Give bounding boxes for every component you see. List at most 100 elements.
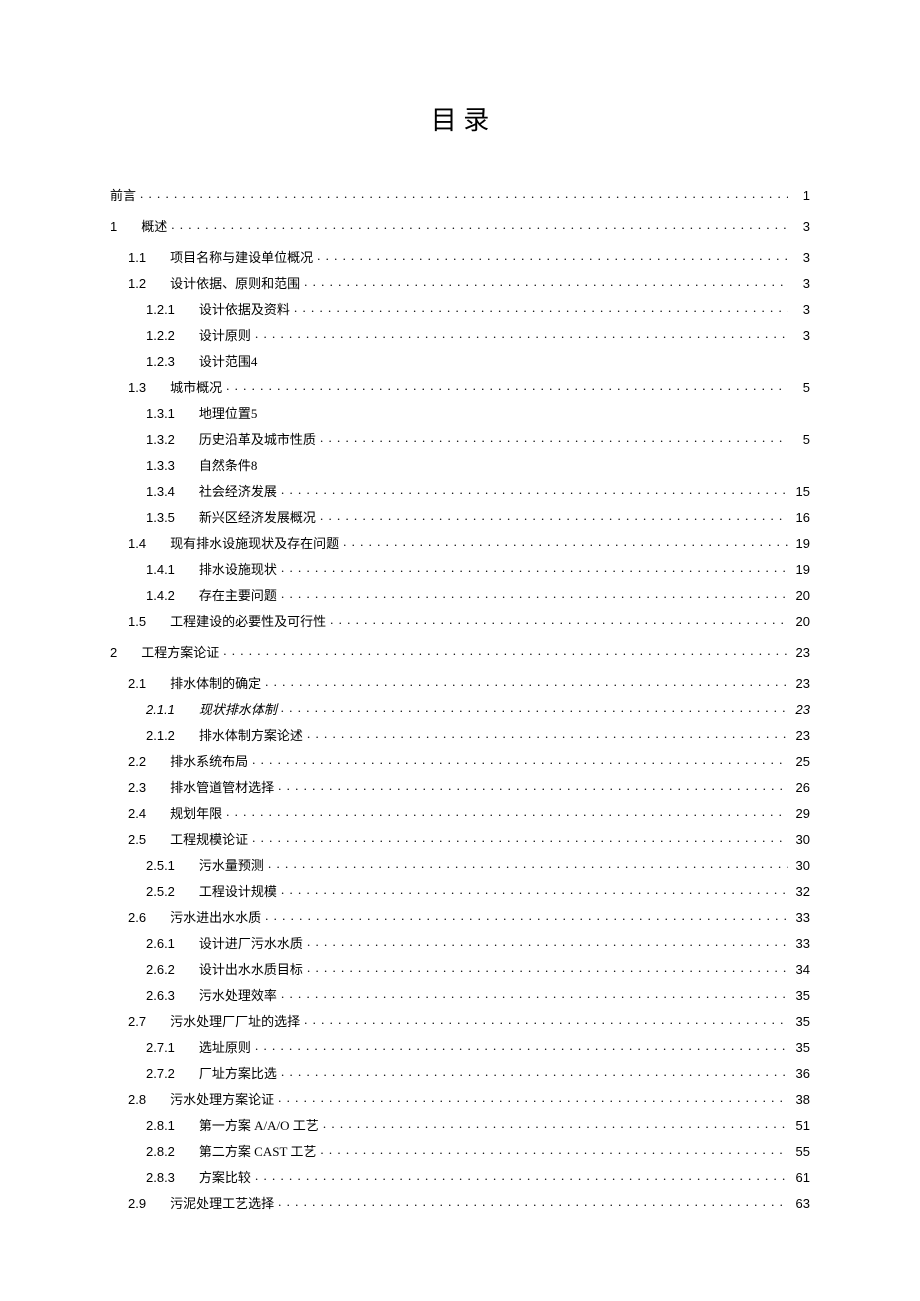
toc-entry-text: 选址原则 <box>175 1041 251 1054</box>
toc-leader-dots <box>320 1143 788 1156</box>
document-page: 目 录 前言11概述31.1项目名称与建设单位概况31.2设计依据、原则和范围3… <box>0 0 920 1281</box>
toc-entry: 2.8.1第一方案 A/A/O 工艺51 <box>146 1117 810 1132</box>
toc-entry-number: 1.4.1 <box>146 563 175 576</box>
toc-entry-text: 设计依据及资料 <box>175 303 290 316</box>
toc-entry: 2.6.3污水处理效率 35 <box>146 987 810 1002</box>
toc-entry: 1.5工程建设的必要性及可行性20 <box>128 613 810 628</box>
toc-entry: 2.8.2第二方案 CAST 工艺55 <box>146 1143 810 1158</box>
toc-leader-dots <box>281 883 788 896</box>
toc-entry-text: 概述 <box>117 220 167 233</box>
toc-leader-dots <box>281 987 788 1000</box>
toc-entry: 2.1.1现状排水体制23 <box>146 701 810 716</box>
toc-leader-dots <box>281 483 788 496</box>
toc-entry-text: 污水处理厂厂址的选择 <box>146 1015 300 1028</box>
toc-entry-page: 25 <box>792 755 810 768</box>
toc-entry-page: 3 <box>792 329 810 342</box>
toc-entry-page: 51 <box>792 1119 810 1132</box>
toc-entry-page: 34 <box>792 963 810 976</box>
toc-entry-text: 设计依据、原则和范围 <box>146 277 300 290</box>
toc-entry: 2.8.3方案比较61 <box>146 1169 810 1184</box>
toc-entry: 2.5.2工程设计规模32 <box>146 883 810 898</box>
toc-entry-page: 20 <box>792 589 810 602</box>
toc-leader-dots <box>252 831 788 844</box>
toc-entry-page: 38 <box>792 1093 810 1106</box>
toc-entry-page: 33 <box>792 911 810 924</box>
toc-entry-text: 排水管道管材选择 <box>146 781 274 794</box>
toc-entry-page: 3 <box>792 303 810 316</box>
toc-entry-text: 污水量预测 <box>175 859 264 872</box>
toc-entry-page: 3 <box>792 251 810 264</box>
toc-entry-number: 2.9 <box>128 1197 146 1210</box>
toc-entry-text: 排水系统布局 <box>146 755 248 768</box>
toc-entry-text: 第二方案 CAST 工艺 <box>175 1145 317 1158</box>
toc-entry: 2.6污水进出水水质33 <box>128 909 810 924</box>
toc-entry-text: 新兴区经济发展概况 <box>175 511 316 524</box>
toc-entry-number: 2.1 <box>128 677 146 690</box>
toc-leader-dots <box>330 613 788 626</box>
toc-leader-dots <box>171 218 788 231</box>
toc-entry-number: 2.1.1 <box>146 703 175 716</box>
toc-entry-page: 19 <box>792 563 810 576</box>
toc-entry: 2.6.2设计出水水质目标34 <box>146 961 810 976</box>
toc-entry-page: 35 <box>792 989 810 1002</box>
toc-entry-text: 排水设施现状 <box>175 563 277 576</box>
toc-entry: 1概述3 <box>110 218 810 233</box>
toc-entry-text: 现有排水设施现状及存在问题 <box>146 537 339 550</box>
toc-entry-page: 26 <box>792 781 810 794</box>
toc-leader-dots <box>281 1065 788 1078</box>
toc-entry-text: 设计进厂污水水质 <box>175 937 303 950</box>
toc-entry: 1.1项目名称与建设单位概况3 <box>128 249 810 264</box>
toc-entry: 2工程方案论证23 <box>110 644 810 659</box>
toc-entry-number: 1.4.2 <box>146 589 175 602</box>
toc-entry: 1.2.3设计范围4 <box>146 353 810 368</box>
toc-entry-number: 2.6.3 <box>146 989 175 1002</box>
toc-entry: 1.3城市概况5 <box>128 379 810 394</box>
toc-entry-text: 污水进出水水质 <box>146 911 261 924</box>
toc-entry-page: 5 <box>792 381 810 394</box>
toc-entry-text: 排水体制的确定 <box>146 677 261 690</box>
toc-entry: 2.1排水体制的确定 23 <box>128 675 810 690</box>
toc-entry-number: 1.4 <box>128 537 146 550</box>
toc-entry-text: 城市概况 <box>146 381 222 394</box>
toc-entry-text: 地理位置5 <box>175 407 258 420</box>
toc-leader-dots <box>265 675 788 688</box>
toc-entry-text: 污水处理效率 <box>175 989 277 1002</box>
toc-entry-number: 1.2.3 <box>146 355 175 368</box>
toc-entry-text: 现状排水体制 <box>175 703 277 716</box>
toc-entry-text: 厂址方案比选 <box>175 1067 277 1080</box>
toc-leader-dots <box>255 1169 788 1182</box>
toc-entry-page: 5 <box>792 433 810 446</box>
toc-entry-text: 规划年限 <box>146 807 222 820</box>
toc-entry-number: 2.8.3 <box>146 1171 175 1184</box>
toc-title: 目 录 <box>110 100 810 137</box>
toc-leader-dots <box>320 431 788 444</box>
toc-entry: 1.4现有排水设施现状及存在问题19 <box>128 535 810 550</box>
toc-leader-dots <box>278 779 788 792</box>
toc-entry-number: 2.8.2 <box>146 1145 175 1158</box>
toc-entry-page: 23 <box>792 677 810 690</box>
toc-entry: 2.5.1污水量预测30 <box>146 857 810 872</box>
toc-entry-text: 社会经济发展 <box>175 485 277 498</box>
toc-entry-text: 历史沿革及城市性质 <box>175 433 316 446</box>
toc-leader-dots <box>140 187 788 200</box>
toc-entry: 前言1 <box>110 187 810 202</box>
toc-entry-page: 30 <box>792 833 810 846</box>
toc-entry-page: 35 <box>792 1041 810 1054</box>
toc-entry: 1.2.2设计原则3 <box>146 327 810 342</box>
toc-entry: 1.3.2历史沿革及城市性质5 <box>146 431 810 446</box>
toc-entry-number: 2.7.1 <box>146 1041 175 1054</box>
toc-entry: 2.5工程规模论证30 <box>128 831 810 846</box>
toc-entry-number: 1.3.4 <box>146 485 175 498</box>
toc-entry-page: 3 <box>792 220 810 233</box>
toc-list: 前言11概述31.1项目名称与建设单位概况31.2设计依据、原则和范围31.2.… <box>110 187 810 1210</box>
toc-entry-page: 1 <box>792 189 810 202</box>
toc-entry: 1.3.1地理位置5 <box>146 405 810 420</box>
toc-leader-dots <box>307 935 788 948</box>
toc-entry: 1.3.4社会经济发展15 <box>146 483 810 498</box>
toc-entry-number: 2.1.2 <box>146 729 175 742</box>
toc-entry-number: 2.8.1 <box>146 1119 175 1132</box>
toc-entry-page: 16 <box>792 511 810 524</box>
toc-entry: 2.3排水管道管材选择26 <box>128 779 810 794</box>
toc-entry: 1.4.1排水设施现状 19 <box>146 561 810 576</box>
toc-leader-dots <box>268 857 788 870</box>
